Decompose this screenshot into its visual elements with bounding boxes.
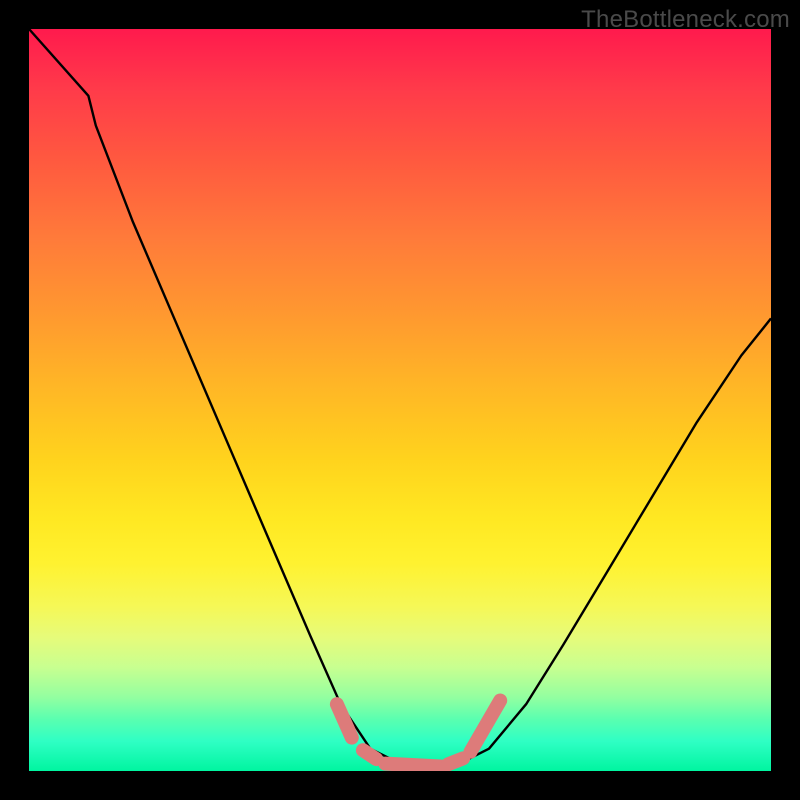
chart-frame: TheBottleneck.com (0, 0, 800, 800)
bottleneck-curve (29, 29, 771, 767)
watermark-text: TheBottleneck.com (581, 6, 790, 34)
trough-marker (363, 750, 376, 759)
chart-svg (29, 29, 771, 771)
plot-area (29, 29, 771, 771)
trough-marker (471, 701, 501, 752)
trough-marker (448, 758, 463, 764)
trough-marker (337, 704, 352, 737)
trough-marker (385, 764, 441, 767)
